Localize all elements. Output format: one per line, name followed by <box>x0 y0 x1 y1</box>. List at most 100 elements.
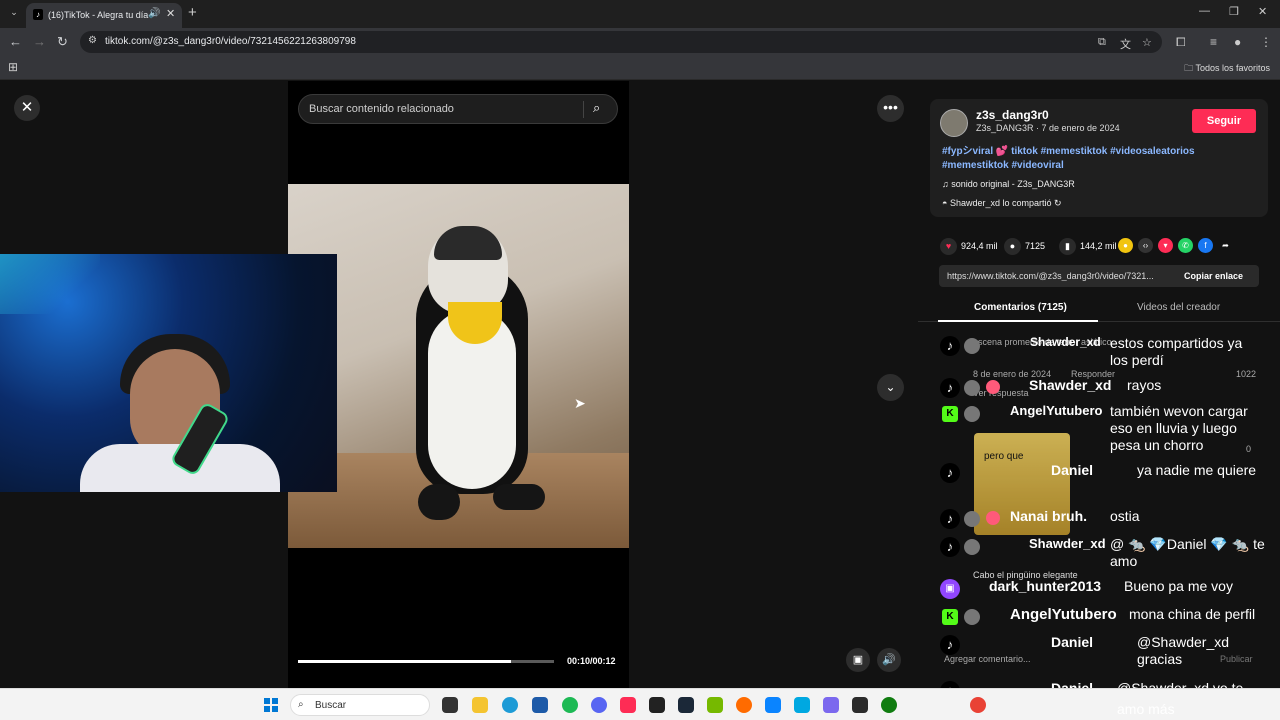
bookmark-star-icon[interactable]: ☆ <box>1142 36 1152 49</box>
save-button[interactable]: ▮ 144,2 mil <box>1059 236 1117 256</box>
tab-close-icon[interactable]: ✕ <box>166 7 175 20</box>
steam-icon[interactable] <box>678 697 694 713</box>
search-placeholder: Buscar contenido relacionado <box>309 103 454 115</box>
browser-tab[interactable]: ♪ (16)TikTok - Alegra tu día 🔊 ✕ <box>26 3 182 28</box>
apps-grid-icon[interactable]: ⊞ <box>8 60 18 74</box>
panel-tabs: Comentarios (7125) Videos del creador <box>918 295 1280 322</box>
chat-row: los perdí <box>918 349 1280 377</box>
obs-icon[interactable] <box>649 697 665 713</box>
tab-comments[interactable]: Comentarios (7125) <box>974 302 1067 313</box>
amazon-music-icon[interactable] <box>794 697 810 713</box>
back-icon[interactable]: ← <box>9 34 22 49</box>
share-arrow-icon[interactable]: ➦ <box>1218 238 1233 253</box>
facebook-icon[interactable]: f <box>1198 238 1213 253</box>
close-icon[interactable]: ✕ <box>14 95 40 121</box>
creator-username[interactable]: z3s_dang3r0 <box>976 108 1049 122</box>
twitch-icon: ▣ <box>940 579 960 599</box>
video-frame[interactable] <box>288 184 629 548</box>
chat-message: pesa un chorro <box>1110 437 1204 453</box>
menu-icon[interactable]: ⋮ <box>1260 35 1272 49</box>
comments-area: escena promedio de terror asiático 8 de … <box>918 326 1280 688</box>
chat-row: ♪ Daniel ya nadie me quiere <box>918 459 1280 487</box>
all-bookmarks[interactable]: 🗀 Todos los favoritos <box>1184 61 1270 77</box>
mouse-cursor-icon: ➤ <box>574 395 586 411</box>
app-g-icon[interactable] <box>736 697 752 713</box>
video-progress-bar[interactable] <box>298 660 554 663</box>
copy-link-button[interactable]: Copiar enlace <box>1184 271 1243 281</box>
next-video-chevron-down-icon[interactable]: ⌄ <box>877 374 904 401</box>
search-icon[interactable]: ⌕ <box>593 100 600 116</box>
task-view-icon[interactable] <box>442 697 458 713</box>
sound-link[interactable]: ♫ sonido original - Z3s_DANG3R <box>942 179 1075 189</box>
more-options-icon[interactable]: ••• <box>877 95 904 122</box>
url-text: tiktok.com/@z3s_dang3r0/video/7321456221… <box>105 36 356 47</box>
kick-icon: K <box>942 609 958 625</box>
file-explorer-icon[interactable] <box>472 697 488 713</box>
chat-user: AngelYutubero <box>1010 403 1103 418</box>
app-blue-icon[interactable] <box>765 697 781 713</box>
chat-badge-icon <box>986 380 1000 394</box>
like-button[interactable]: ♥ 924,4 mil <box>940 236 998 256</box>
chat-row: ♪ Nanai bruh. ostia <box>918 505 1280 533</box>
site-info-icon[interactable]: ⚙ <box>88 35 97 46</box>
tiktok-icon: ♪ <box>940 463 960 483</box>
post-hashtags[interactable]: #fypシviral 💕 tiktok #memestiktok #videos… <box>942 145 1252 173</box>
minimize-icon[interactable]: — <box>1199 5 1210 17</box>
hashtags-line-2[interactable]: #memestiktok #videoviral <box>942 159 1252 173</box>
reload-icon[interactable]: ↻ <box>57 34 68 50</box>
taskbar-search-placeholder: Buscar <box>315 700 347 711</box>
creator-avatar[interactable] <box>940 109 968 137</box>
chrome-icon[interactable] <box>970 697 986 713</box>
follow-button[interactable]: Seguir <box>1192 109 1256 133</box>
coin-icon[interactable]: ● <box>1118 238 1133 253</box>
chat-user: Daniel <box>1051 680 1094 688</box>
profile-avatar[interactable]: ● <box>1234 35 1241 49</box>
store-icon[interactable] <box>532 697 548 713</box>
post-side-panel: z3s_dang3r0 Z3s_DANG3R · 7 de enero de 2… <box>918 81 1280 688</box>
chat-avatar <box>964 609 980 625</box>
volume-icon[interactable]: 🔊 <box>877 648 901 672</box>
tab-creator-videos[interactable]: Videos del creador <box>1137 302 1220 313</box>
tab-search-icon[interactable]: ⌄ <box>6 7 22 21</box>
chat-message-continuation: amo más <box>1117 701 1175 717</box>
tiktok-app-icon[interactable] <box>620 697 636 713</box>
tiktok-icon: ♪ <box>940 681 960 688</box>
windows-start-icon[interactable] <box>264 698 278 712</box>
chat-message: @Shawder_xd yo te <box>1117 680 1244 688</box>
save-count: 144,2 mil <box>1080 241 1117 251</box>
chat-badge-icon <box>986 511 1000 525</box>
extensions-icon[interactable]: ⧠ <box>1176 35 1186 50</box>
nvidia-icon[interactable] <box>707 697 723 713</box>
edge-icon[interactable] <box>502 697 518 713</box>
app-purple-icon[interactable] <box>823 697 839 713</box>
tab-title: (16)TikTok - Alegra tu día <box>48 10 149 20</box>
chat-user: Daniel <box>1051 462 1094 478</box>
embed-icon[interactable]: ‹› <box>1138 238 1153 253</box>
chat-user: Nanai bruh. <box>1010 508 1088 524</box>
forward-icon[interactable]: → <box>33 34 46 49</box>
whatsapp-icon[interactable]: ✆ <box>1178 238 1193 253</box>
translate-icon[interactable]: 文 <box>1120 36 1131 52</box>
chat-user: Shawder_xd <box>1029 377 1112 393</box>
new-tab-button[interactable]: + <box>188 4 197 21</box>
spotify-icon[interactable] <box>562 697 578 713</box>
media-icon[interactable]: ≡ <box>1210 35 1217 49</box>
epic-games-icon[interactable] <box>852 697 868 713</box>
floating-player-icon[interactable]: ▣ <box>846 648 870 672</box>
publish-button[interactable]: Publicar <box>1220 654 1253 664</box>
audio-icon[interactable]: 🔊 <box>148 8 160 19</box>
xbox-icon[interactable] <box>881 697 897 713</box>
add-comment-input[interactable]: Agregar comentario... <box>944 654 1031 664</box>
shared-by-text: Shawder_xd lo compartió <box>949 198 1052 208</box>
maximize-icon[interactable]: ❐ <box>1229 5 1239 18</box>
related-search-input[interactable]: Buscar contenido relacionado ⌕ <box>298 94 618 124</box>
discord-icon[interactable] <box>591 697 607 713</box>
taskbar-search-input[interactable]: ⌕ Buscar <box>290 694 430 716</box>
install-icon[interactable]: ⧉ <box>1098 36 1106 49</box>
comment-button[interactable]: ● 7125 <box>1004 236 1045 256</box>
window-close-icon[interactable]: ✕ <box>1258 5 1267 18</box>
browser-toolbar: ← → ↻ ⚙ tiktok.com/@z3s_dang3r0/video/73… <box>0 28 1280 55</box>
send-icon[interactable]: ▾ <box>1158 238 1173 253</box>
address-bar[interactable]: ⚙ tiktok.com/@z3s_dang3r0/video/73214562… <box>80 31 1162 53</box>
hashtags-line-1[interactable]: #fypシviral 💕 tiktok #memestiktok #videos… <box>942 145 1252 159</box>
